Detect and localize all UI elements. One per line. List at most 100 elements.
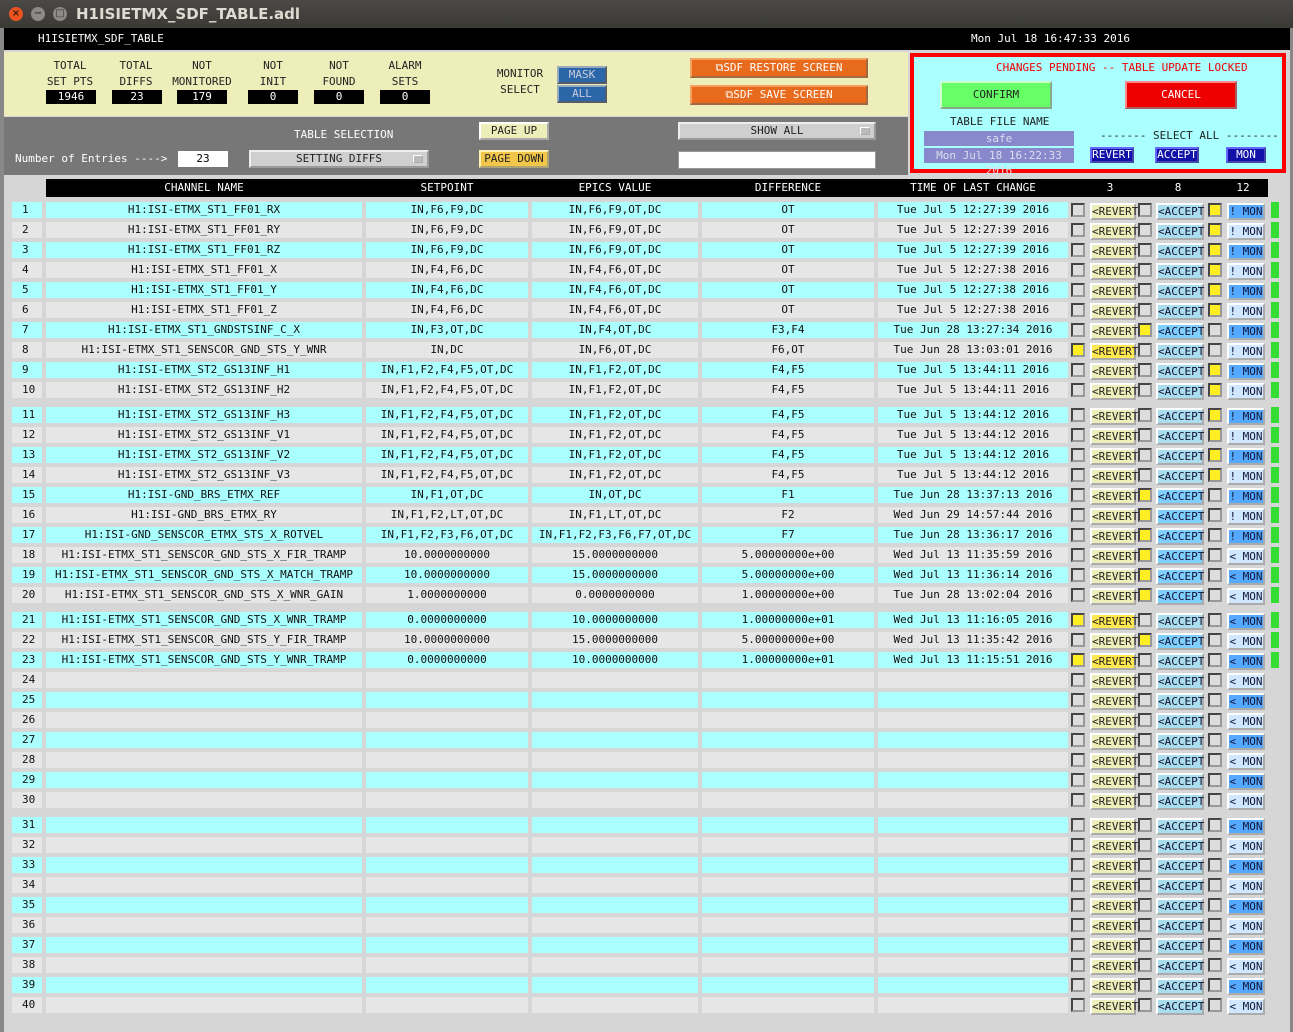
select-checkbox-3[interactable] xyxy=(1071,568,1085,582)
select-checkbox-8[interactable] xyxy=(1138,733,1152,747)
accept-button[interactable]: <ACCEPT xyxy=(1156,568,1204,585)
accept-button[interactable]: <ACCEPT xyxy=(1156,858,1204,875)
monitor-button[interactable]: < MON xyxy=(1227,898,1265,915)
select-checkbox-12[interactable] xyxy=(1208,753,1222,767)
monitor-button[interactable]: < MON xyxy=(1227,838,1265,855)
select-checkbox-8[interactable] xyxy=(1138,693,1152,707)
revert-button[interactable]: <REVERT xyxy=(1090,528,1138,545)
select-all-accept-button[interactable]: ACCEPT xyxy=(1155,147,1199,163)
monitor-button[interactable]: ! MON xyxy=(1227,383,1265,400)
accept-button[interactable]: <ACCEPT xyxy=(1156,633,1204,650)
select-checkbox-3[interactable] xyxy=(1071,753,1085,767)
monitor-button[interactable]: < MON xyxy=(1227,673,1265,690)
select-checkbox-8[interactable] xyxy=(1138,673,1152,687)
select-checkbox-3[interactable] xyxy=(1071,838,1085,852)
select-checkbox-8[interactable] xyxy=(1138,383,1152,397)
accept-button[interactable]: <ACCEPT xyxy=(1156,793,1204,810)
show-all-menu[interactable]: SHOW ALL xyxy=(678,122,876,140)
monitor-button[interactable]: ! MON xyxy=(1227,303,1265,320)
revert-button[interactable]: <REVERT xyxy=(1090,363,1138,380)
monitor-button[interactable]: < MON xyxy=(1227,998,1265,1015)
monitor-button[interactable]: < MON xyxy=(1227,818,1265,835)
accept-button[interactable]: <ACCEPT xyxy=(1156,343,1204,360)
revert-button[interactable]: <REVERT xyxy=(1090,243,1138,260)
select-checkbox-3[interactable] xyxy=(1071,548,1085,562)
select-checkbox-8[interactable] xyxy=(1138,343,1152,357)
select-checkbox-3[interactable] xyxy=(1071,693,1085,707)
monitor-button[interactable]: ! MON xyxy=(1227,203,1265,220)
select-checkbox-8[interactable] xyxy=(1138,818,1152,832)
select-checkbox-12[interactable] xyxy=(1208,303,1222,317)
select-checkbox-3[interactable] xyxy=(1071,898,1085,912)
revert-button[interactable]: <REVERT xyxy=(1090,263,1138,280)
accept-button[interactable]: <ACCEPT xyxy=(1156,468,1204,485)
revert-button[interactable]: <REVERT xyxy=(1090,408,1138,425)
select-checkbox-8[interactable] xyxy=(1138,918,1152,932)
select-checkbox-12[interactable] xyxy=(1208,323,1222,337)
accept-button[interactable]: <ACCEPT xyxy=(1156,978,1204,995)
select-checkbox-3[interactable] xyxy=(1071,858,1085,872)
confirm-button[interactable]: CONFIRM xyxy=(940,81,1052,109)
accept-button[interactable]: <ACCEPT xyxy=(1156,958,1204,975)
select-checkbox-12[interactable] xyxy=(1208,773,1222,787)
select-checkbox-8[interactable] xyxy=(1138,713,1152,727)
revert-button[interactable]: <REVERT xyxy=(1090,693,1138,710)
monitor-button[interactable]: ! MON xyxy=(1227,323,1265,340)
select-checkbox-8[interactable] xyxy=(1138,428,1152,442)
monitor-button[interactable]: ! MON xyxy=(1227,528,1265,545)
select-checkbox-3[interactable] xyxy=(1071,958,1085,972)
select-checkbox-12[interactable] xyxy=(1208,633,1222,647)
monitor-button[interactable]: < MON xyxy=(1227,878,1265,895)
page-down-button[interactable]: PAGE DOWN xyxy=(479,150,549,168)
revert-button[interactable]: <REVERT xyxy=(1090,733,1138,750)
accept-button[interactable]: <ACCEPT xyxy=(1156,448,1204,465)
accept-button[interactable]: <ACCEPT xyxy=(1156,223,1204,240)
accept-button[interactable]: <ACCEPT xyxy=(1156,938,1204,955)
monitor-button[interactable]: < MON xyxy=(1227,713,1265,730)
sdf-save-button[interactable]: ⧉SDF SAVE SCREEN xyxy=(690,85,868,105)
monitor-button[interactable]: < MON xyxy=(1227,918,1265,935)
revert-button[interactable]: <REVERT xyxy=(1090,633,1138,650)
select-checkbox-8[interactable] xyxy=(1138,568,1152,582)
select-checkbox-3[interactable] xyxy=(1071,673,1085,687)
revert-button[interactable]: <REVERT xyxy=(1090,858,1138,875)
revert-button[interactable]: <REVERT xyxy=(1090,223,1138,240)
page-up-button[interactable]: PAGE UP xyxy=(479,122,549,140)
cancel-button[interactable]: CANCEL xyxy=(1125,81,1237,109)
monitor-button[interactable]: < MON xyxy=(1227,858,1265,875)
select-checkbox-12[interactable] xyxy=(1208,878,1222,892)
select-checkbox-12[interactable] xyxy=(1208,713,1222,727)
select-checkbox-3[interactable] xyxy=(1071,613,1085,627)
accept-button[interactable]: <ACCEPT xyxy=(1156,713,1204,730)
select-checkbox-12[interactable] xyxy=(1208,528,1222,542)
mask-button[interactable]: MASK xyxy=(557,66,607,84)
accept-button[interactable]: <ACCEPT xyxy=(1156,408,1204,425)
accept-button[interactable]: <ACCEPT xyxy=(1156,773,1204,790)
select-checkbox-3[interactable] xyxy=(1071,383,1085,397)
select-checkbox-8[interactable] xyxy=(1138,898,1152,912)
accept-button[interactable]: <ACCEPT xyxy=(1156,283,1204,300)
select-checkbox-12[interactable] xyxy=(1208,588,1222,602)
revert-button[interactable]: <REVERT xyxy=(1090,448,1138,465)
monitor-button[interactable]: < MON xyxy=(1227,753,1265,770)
select-checkbox-12[interactable] xyxy=(1208,203,1222,217)
select-all-mon-button[interactable]: MON xyxy=(1226,147,1266,163)
select-checkbox-3[interactable] xyxy=(1071,223,1085,237)
select-checkbox-3[interactable] xyxy=(1071,938,1085,952)
select-checkbox-8[interactable] xyxy=(1138,633,1152,647)
select-checkbox-3[interactable] xyxy=(1071,918,1085,932)
select-checkbox-12[interactable] xyxy=(1208,223,1222,237)
select-checkbox-12[interactable] xyxy=(1208,568,1222,582)
select-checkbox-12[interactable] xyxy=(1208,918,1222,932)
accept-button[interactable]: <ACCEPT xyxy=(1156,383,1204,400)
filter-input[interactable] xyxy=(678,151,876,169)
select-checkbox-12[interactable] xyxy=(1208,978,1222,992)
monitor-button[interactable]: ! MON xyxy=(1227,428,1265,445)
monitor-button[interactable]: < MON xyxy=(1227,633,1265,650)
revert-button[interactable]: <REVERT xyxy=(1090,878,1138,895)
maximize-icon[interactable]: □ xyxy=(53,7,67,21)
select-checkbox-3[interactable] xyxy=(1071,243,1085,257)
monitor-button[interactable]: ! MON xyxy=(1227,343,1265,360)
select-checkbox-12[interactable] xyxy=(1208,673,1222,687)
accept-button[interactable]: <ACCEPT xyxy=(1156,588,1204,605)
